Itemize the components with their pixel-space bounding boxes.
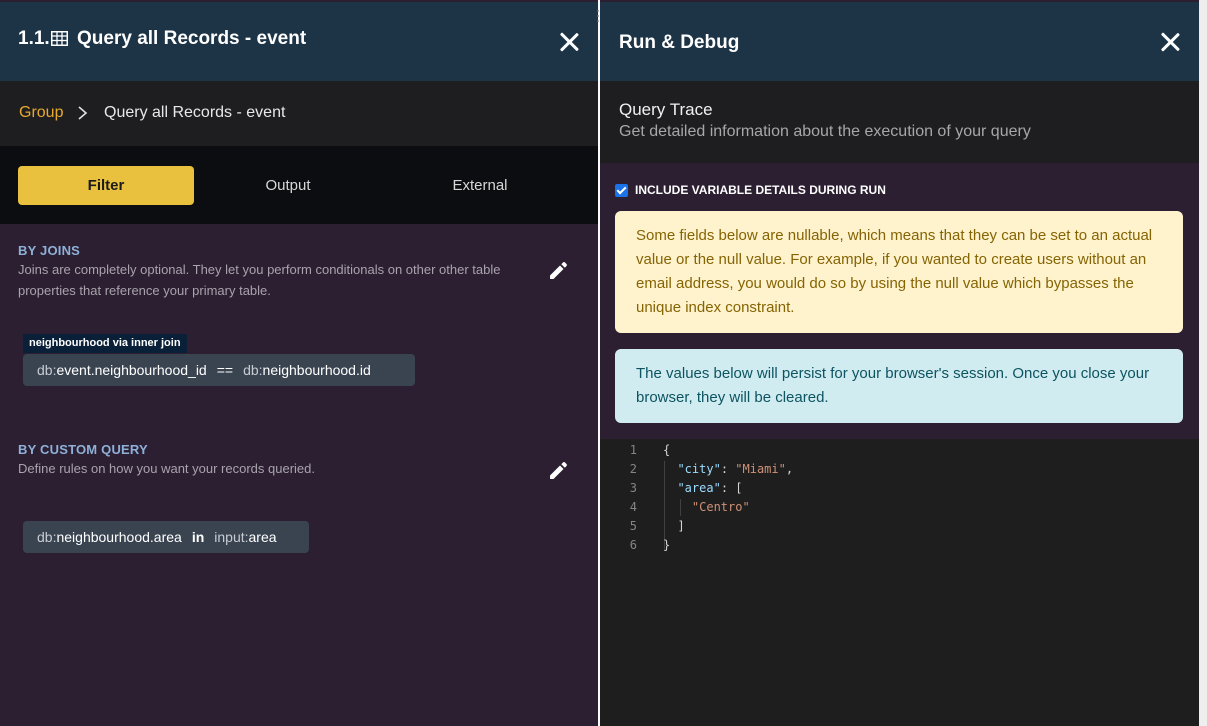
joins-heading: BY JOINS [18, 243, 81, 258]
tab-bar: Filter Output External [0, 146, 598, 224]
editor-line[interactable]: 3 "area": [ [600, 481, 1199, 500]
tab-output[interactable]: Output [200, 166, 376, 205]
join-rhs-prefix: db: [243, 362, 263, 378]
joins-description: Joins are completely optional. They let … [18, 262, 501, 298]
code-text: "area": [ [663, 481, 743, 495]
json-punctuation: , [785, 462, 794, 476]
nullable-warning-alert: Some fields below are nullable, which me… [615, 211, 1183, 333]
editor-line[interactable]: 4 "Centro" [600, 500, 1199, 519]
line-number: 2 [629, 462, 637, 476]
json-string: "Miami" [735, 462, 786, 476]
editor-line[interactable]: 5 ] [600, 519, 1199, 538]
custom-rhs-prefix: input: [214, 529, 249, 545]
include-variable-details-checkbox[interactable] [615, 183, 628, 197]
join-operator: == [216, 362, 234, 378]
custom-query-heading: BY CUSTOM QUERY [18, 442, 148, 457]
custom-lhs-prefix: db: [37, 529, 57, 545]
custom-condition-chip[interactable]: db: neighbourhood.area in input: area [23, 521, 309, 553]
code-text: "Centro" [663, 500, 750, 514]
editor-line[interactable]: 1{ [600, 443, 1199, 462]
query-number: 1.1. [18, 28, 50, 49]
tab-external[interactable]: External [392, 166, 568, 205]
edit-custom-query-pencil-icon[interactable] [547, 460, 569, 482]
custom-query-description: Define rules on how you want your record… [18, 461, 315, 476]
json-key: "area" [677, 481, 721, 495]
line-number: 6 [629, 538, 637, 552]
query-title: Query all Records - event [77, 28, 307, 49]
join-type-tag: neighbourhood via inner join [23, 334, 187, 353]
code-text: ] [663, 519, 685, 533]
json-variables-editor[interactable]: 1{2 "city": "Miami", 3 "area": [4 "Centro… [600, 439, 1199, 726]
breadcrumb-current: Query all Records - event [104, 104, 286, 121]
run-debug-header: Run & Debug [600, 2, 1199, 81]
line-number: 5 [629, 519, 637, 533]
json-string: "Centro" [691, 500, 750, 514]
json-punctuation: ] [677, 519, 685, 533]
query-panel-header: 1.1. Query all Records - event [0, 2, 598, 81]
json-punctuation: : [720, 462, 736, 476]
session-persist-info-alert: The values below will persist for your b… [615, 349, 1183, 423]
page-scrollbar[interactable] [1199, 0, 1207, 726]
line-number: 3 [629, 481, 637, 495]
tab-filter[interactable]: Filter [18, 166, 194, 205]
custom-rhs-field: area [248, 529, 277, 545]
query-trace-subtitle: Get detailed information about the execu… [619, 123, 1031, 140]
custom-operator: in [191, 529, 205, 545]
include-variable-details-row: INCLUDE VARIABLE DETAILS DURING RUN [615, 183, 886, 197]
join-condition-chip[interactable]: db: event.neighbourhood_id == db: neighb… [23, 354, 415, 386]
join-rhs-field: neighbourhood.id [262, 362, 371, 378]
chevron-right-icon [78, 106, 88, 120]
code-text: "city": "Miami", [663, 462, 793, 476]
custom-lhs-field: neighbourhood.area [56, 529, 182, 545]
json-punctuation: { [663, 443, 671, 457]
run-debug-title: Run & Debug [619, 32, 740, 53]
json-key: "city" [677, 462, 721, 476]
json-punctuation: } [663, 538, 671, 552]
breadcrumb: Group Query all Records - event [0, 81, 598, 146]
query-editor-panel: 1.1. Query all Records - event Group Que… [0, 0, 598, 726]
query-trace-section: Query Trace Get detailed information abo… [600, 81, 1199, 163]
edit-joins-pencil-icon[interactable] [547, 260, 569, 282]
code-text: } [663, 538, 670, 552]
close-icon[interactable] [559, 32, 579, 52]
line-number: 4 [629, 500, 637, 514]
join-lhs-field: event.neighbourhood_id [56, 362, 207, 378]
close-icon[interactable] [1160, 32, 1180, 52]
include-variable-details-label[interactable]: INCLUDE VARIABLE DETAILS DURING RUN [635, 183, 886, 197]
editor-line[interactable]: 2 "city": "Miami", [600, 462, 1199, 481]
code-text: { [663, 443, 670, 457]
editor-line[interactable]: 6} [600, 538, 1199, 557]
json-punctuation: : [ [720, 481, 743, 495]
join-lhs-prefix: db: [37, 362, 57, 378]
query-trace-title: Query Trace [619, 100, 713, 119]
line-number: 1 [629, 443, 637, 457]
run-debug-panel: Run & Debug Query Trace Get detailed inf… [600, 0, 1199, 726]
table-icon [51, 31, 68, 46]
breadcrumb-group-link[interactable]: Group [19, 104, 63, 122]
